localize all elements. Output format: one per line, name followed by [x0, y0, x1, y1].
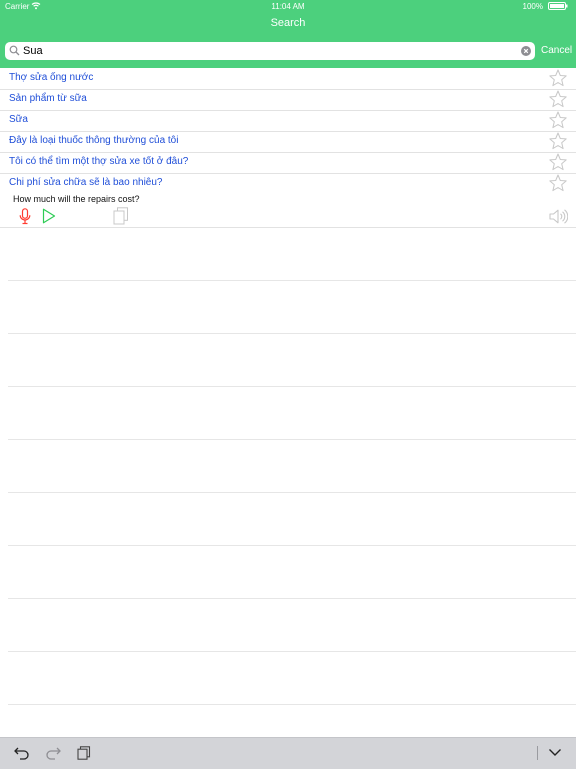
empty-row-divider	[8, 386, 576, 387]
search-field[interactable]	[5, 42, 535, 60]
chevron-down-icon[interactable]	[548, 748, 562, 757]
result-phrase[interactable]: Đây là loại thuốc thông thường của tôi	[9, 135, 178, 146]
result-row[interactable]: Thợ sửa ống nước	[0, 68, 576, 90]
result-row[interactable]: Sản phẩm từ sữa	[0, 89, 576, 111]
clear-search-icon[interactable]	[521, 46, 531, 56]
empty-row-divider	[8, 704, 576, 705]
result-row[interactable]: Tôi có thể tìm một thợ sửa xe tốt ở đâu?	[0, 152, 576, 174]
undo-icon[interactable]	[14, 746, 30, 760]
play-icon[interactable]	[42, 208, 56, 224]
empty-row-divider	[8, 545, 576, 546]
keyboard-shortcut-bar	[0, 737, 576, 769]
search-input[interactable]	[23, 43, 513, 59]
empty-row-divider	[8, 492, 576, 493]
empty-row-divider	[8, 439, 576, 440]
status-time: 11:04 AM	[271, 2, 305, 11]
result-row[interactable]: Đây là loại thuốc thông thường của tôi	[0, 131, 576, 153]
favorite-star-icon[interactable]	[549, 132, 567, 150]
status-bar: Carrier 11:04 AM 100%	[0, 0, 576, 13]
search-icon	[9, 45, 20, 56]
result-phrase[interactable]: Thợ sửa ống nước	[9, 72, 93, 83]
favorite-star-icon[interactable]	[549, 174, 567, 192]
toolbar-separator	[537, 746, 538, 760]
redo-icon[interactable]	[45, 746, 61, 760]
result-phrase[interactable]: Chi phí sửa chữa sẽ là bao nhiêu?	[9, 177, 163, 188]
result-phrase[interactable]: Tôi có thể tìm một thợ sửa xe tốt ở đâu?	[9, 156, 188, 167]
battery-icon	[548, 2, 568, 10]
favorite-star-icon[interactable]	[549, 90, 567, 108]
empty-row-divider	[8, 333, 576, 334]
favorite-star-icon[interactable]	[549, 69, 567, 87]
app-header: Carrier 11:04 AM 100% Search Cancel	[0, 0, 576, 68]
battery-percent: 100%	[522, 2, 543, 11]
empty-row-divider	[8, 598, 576, 599]
cancel-button[interactable]: Cancel	[541, 45, 572, 56]
copy-icon[interactable]	[113, 207, 129, 225]
translation-text: How much will the repairs cost?	[13, 194, 140, 204]
clipboard-icon[interactable]	[77, 746, 91, 760]
speaker-icon[interactable]	[549, 209, 568, 224]
empty-row-divider	[8, 280, 576, 281]
result-row[interactable]: Chi phí sửa chữa sẽ là bao nhiêu?	[0, 173, 576, 193]
result-row[interactable]: Sữa	[0, 110, 576, 132]
favorite-star-icon[interactable]	[549, 111, 567, 129]
result-phrase[interactable]: Sữa	[9, 114, 28, 125]
nav-title: Search	[270, 17, 306, 29]
empty-row-divider	[8, 651, 576, 652]
phrase-toolbar	[0, 206, 576, 228]
result-phrase[interactable]: Sản phẩm từ sữa	[9, 93, 87, 104]
favorite-star-icon[interactable]	[549, 153, 567, 171]
microphone-icon[interactable]	[19, 208, 31, 225]
